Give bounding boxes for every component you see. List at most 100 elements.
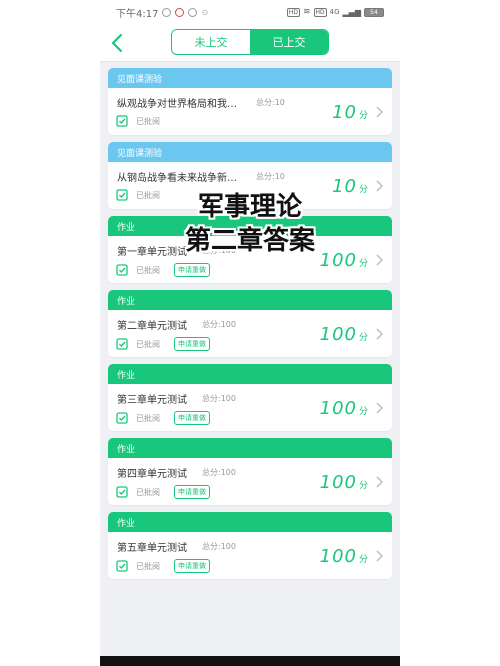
card-category: 作业	[108, 216, 392, 236]
reviewed-check-icon	[116, 560, 128, 572]
score: 100 分	[320, 472, 368, 493]
card-body: 第三章单元测试 总分:100 已批阅 申请重做 100 分	[108, 384, 392, 431]
chevron-right-icon[interactable]	[375, 180, 383, 192]
signal-icon: ▂▄▆	[342, 7, 361, 17]
reviewed-check-icon	[116, 412, 128, 424]
score-value: 10	[332, 102, 357, 123]
card-category: 见面课测验	[108, 142, 392, 162]
card-body: 第五章单元测试 总分:100 已批阅 申请重做 100 分	[108, 532, 392, 579]
score-value: 100	[319, 472, 357, 493]
assignment-card[interactable]: 作业 第二章单元测试 总分:100 已批阅 申请重做 100 分	[108, 290, 392, 357]
status-row: 已批阅	[116, 115, 160, 127]
hd-badge: HD	[313, 7, 327, 17]
assignment-title: 第三章单元测试	[117, 395, 187, 406]
nav-bar: 未上交 已上交	[100, 24, 400, 62]
app-notification-icon	[175, 7, 185, 17]
assignment-title: 第二章单元测试	[117, 321, 187, 332]
assignment-card[interactable]: 作业 第一章单元测试 总分:100 已批阅 申请重做 100 分	[108, 216, 392, 283]
card-category: 作业	[108, 364, 392, 384]
review-status: 已批阅	[136, 561, 160, 571]
score: 100 分	[320, 324, 368, 345]
score-value: 10	[332, 176, 357, 197]
card-body: 纵观战争对世界格局和我… 总分:10 已批阅 10 分	[108, 88, 392, 135]
review-status: 已批阅	[136, 116, 160, 126]
total-score-label: 总分:100	[202, 320, 236, 329]
chevron-right-icon[interactable]	[375, 106, 383, 118]
reviewed-check-icon	[116, 189, 128, 201]
chevron-right-icon[interactable]	[375, 476, 383, 488]
score: 100 分	[320, 546, 368, 567]
back-arrow-icon[interactable]	[108, 32, 128, 54]
score-unit: 分	[358, 259, 368, 269]
assignment-title: 第一章单元测试	[117, 247, 187, 258]
assignment-title: 纵观战争对世界格局和我…	[117, 99, 237, 110]
score-unit: 分	[358, 407, 368, 417]
score-unit: 分	[358, 481, 368, 491]
network-label: 4G	[329, 8, 340, 16]
reviewed-check-icon	[116, 264, 128, 276]
score: 100 分	[320, 398, 368, 419]
status-row: 已批阅	[116, 189, 160, 201]
card-category: 作业	[108, 512, 392, 532]
total-score-label: 总分:10	[256, 98, 285, 107]
card-category: 见面课测验	[108, 68, 392, 88]
assignment-card[interactable]: 作业 第四章单元测试 总分:100 已批阅 申请重做 100 分	[108, 438, 392, 505]
assignment-card[interactable]: 见面课测验 纵观战争对世界格局和我… 总分:10 已批阅 10 分	[108, 68, 392, 135]
chevron-right-icon[interactable]	[375, 550, 383, 562]
request-redo-button[interactable]: 申请重做	[174, 337, 210, 351]
hd-badge: HD	[286, 7, 300, 17]
status-row: 已批阅 申请重做	[116, 411, 210, 425]
card-body: 从钢岛战争看未来战争新… 总分:10 已批阅 10 分	[108, 162, 392, 209]
status-row: 已批阅 申请重做	[116, 263, 210, 277]
request-redo-button[interactable]: 申请重做	[174, 263, 210, 277]
status-time: 下午4:17	[116, 8, 159, 20]
assignment-title: 从钢岛战争看未来战争新…	[117, 173, 237, 184]
headphones-icon	[188, 7, 198, 17]
chevron-right-icon[interactable]	[375, 254, 383, 266]
reviewed-check-icon	[116, 115, 128, 127]
review-status: 已批阅	[136, 339, 160, 349]
total-score-label: 总分:100	[202, 542, 236, 551]
score: 10 分	[332, 176, 368, 197]
chevron-right-icon[interactable]	[375, 402, 383, 414]
total-score-label: 总分:10	[256, 172, 285, 181]
score-value: 100	[319, 324, 357, 345]
score-unit: 分	[358, 111, 368, 121]
request-redo-button[interactable]: 申请重做	[174, 559, 210, 573]
total-score-label: 总分:100	[202, 246, 236, 255]
card-body: 第四章单元测试 总分:100 已批阅 申请重做 100 分	[108, 458, 392, 505]
request-redo-button[interactable]: 申请重做	[174, 411, 210, 425]
app-notification-icon	[162, 7, 172, 17]
tab-submitted[interactable]: 已上交	[250, 30, 328, 54]
status-row: 已批阅 申请重做	[116, 337, 210, 351]
battery-icon: 54	[364, 7, 384, 17]
score-unit: 分	[358, 555, 368, 565]
request-redo-button[interactable]: 申请重做	[174, 485, 210, 499]
score-value: 100	[319, 546, 357, 567]
assignment-card[interactable]: 作业 第五章单元测试 总分:100 已批阅 申请重做 100 分	[108, 512, 392, 579]
status-row: 已批阅 申请重做	[116, 559, 210, 573]
total-score-label: 总分:100	[202, 468, 236, 477]
card-body: 第二章单元测试 总分:100 已批阅 申请重做 100 分	[108, 310, 392, 357]
assignment-title: 第四章单元测试	[117, 469, 187, 480]
score-value: 100	[319, 250, 357, 271]
card-body: 第一章单元测试 总分:100 已批阅 申请重做 100 分	[108, 236, 392, 283]
review-status: 已批阅	[136, 265, 160, 275]
score-unit: 分	[358, 185, 368, 195]
card-category: 作业	[108, 290, 392, 310]
tab-not-submitted[interactable]: 未上交	[172, 30, 250, 54]
score-value: 100	[319, 398, 357, 419]
phone-screen: 下午4:17 ⊙ HD ≋ HD 4G ▂▄▆ 54 未上交 已上交 见面课测验…	[100, 0, 400, 666]
reviewed-check-icon	[116, 338, 128, 350]
assignment-card[interactable]: 作业 第三章单元测试 总分:100 已批阅 申请重做 100 分	[108, 364, 392, 431]
reviewed-check-icon	[116, 486, 128, 498]
assignment-card[interactable]: 见面课测验 从钢岛战争看未来战争新… 总分:10 已批阅 10 分	[108, 142, 392, 209]
chevron-right-icon[interactable]	[375, 328, 383, 340]
card-category: 作业	[108, 438, 392, 458]
status-row: 已批阅 申请重做	[116, 485, 210, 499]
total-score-label: 总分:100	[202, 394, 236, 403]
navigation-bar	[100, 656, 400, 666]
assignment-list: 见面课测验 纵观战争对世界格局和我… 总分:10 已批阅 10 分 见面课测验	[108, 68, 392, 586]
score-unit: 分	[358, 333, 368, 343]
score: 10 分	[332, 102, 368, 123]
